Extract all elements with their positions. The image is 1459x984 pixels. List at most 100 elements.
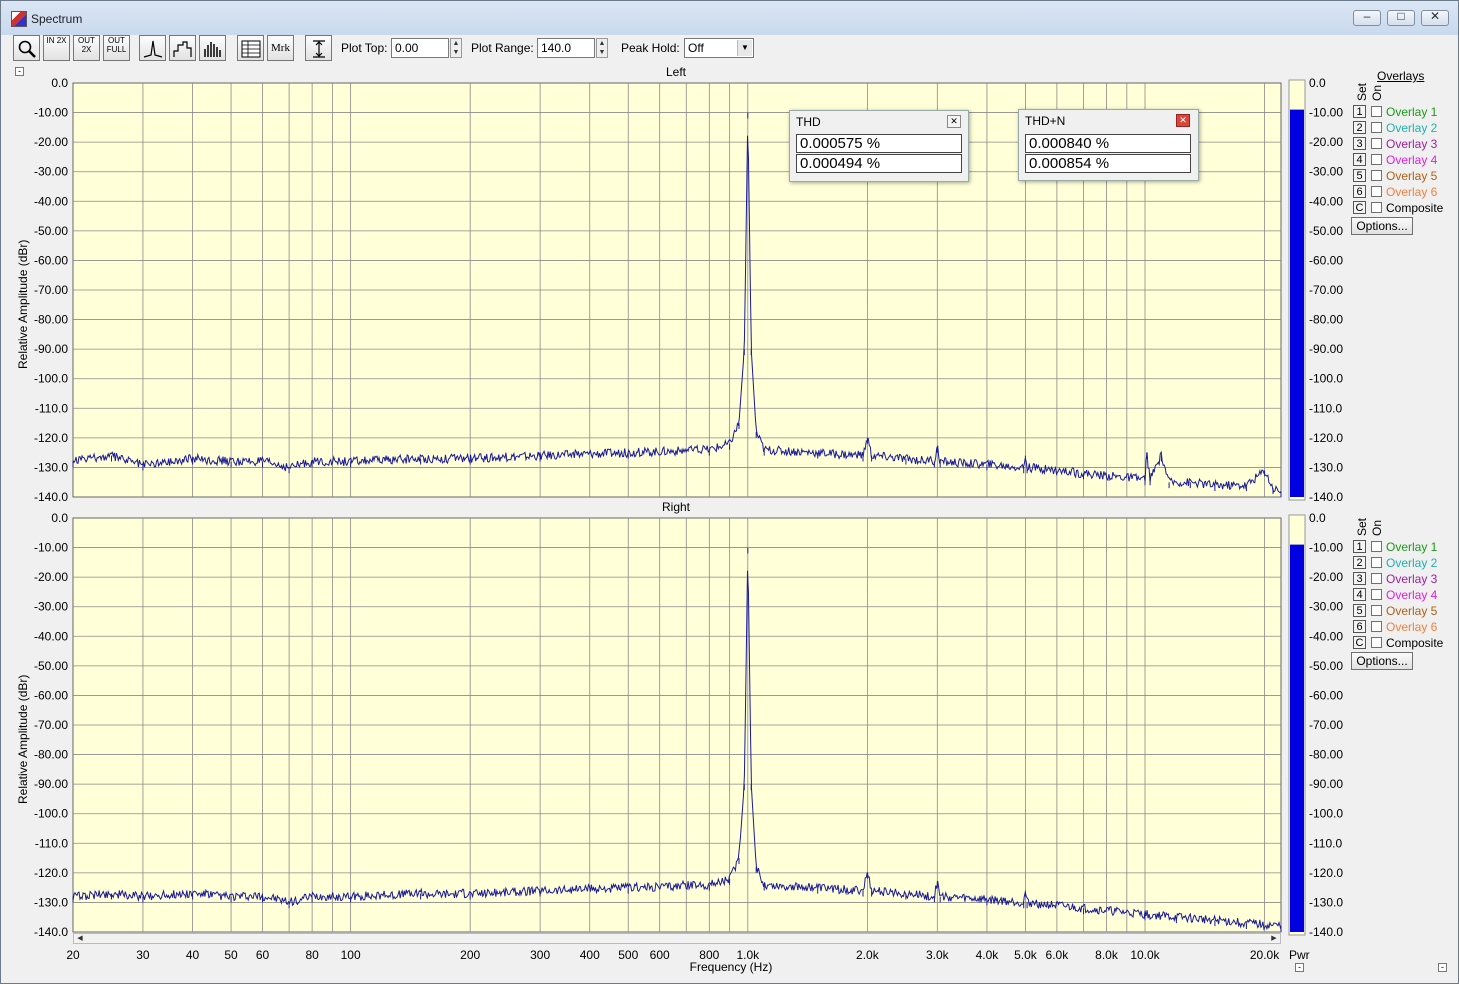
right-power-meter-bar	[1290, 544, 1304, 932]
thd-close-icon[interactable]: ✕	[947, 115, 961, 128]
x-tick-label: 5.0k	[1014, 948, 1038, 962]
y-tick-label: -10.00	[34, 541, 68, 555]
left-overlay-row: 6 Overlay 6	[1353, 185, 1453, 200]
meter-tick-label: -110.0	[1309, 401, 1342, 415]
right-overlay-row: 4 Overlay 4	[1353, 588, 1453, 603]
close-button[interactable]: ✕	[1421, 9, 1449, 26]
overlay-checkbox[interactable]	[1371, 202, 1382, 213]
x-tick-label: 40	[186, 948, 200, 962]
y-tick-label: -130.0	[34, 895, 68, 909]
overlay-checkbox[interactable]	[1371, 170, 1382, 181]
overlay-set-button[interactable]: 6	[1353, 185, 1366, 198]
y-tick-label: -50.00	[34, 659, 68, 673]
meter-tick-label: -80.00	[1309, 313, 1343, 327]
meter-tick-label: -100.0	[1309, 807, 1343, 821]
overlay-set-button[interactable]: 2	[1353, 556, 1366, 569]
overlay-label: Overlay 6	[1386, 185, 1438, 199]
overlay-checkbox[interactable]	[1371, 589, 1382, 600]
overlay-set-button[interactable]: C	[1353, 636, 1366, 649]
overlay-checkbox[interactable]	[1371, 637, 1382, 648]
x-tick-label: 500	[618, 948, 638, 962]
overlay-checkbox[interactable]	[1371, 621, 1382, 632]
meter-tick-label: -50.00	[1309, 659, 1343, 673]
maximize-button[interactable]: □	[1387, 9, 1415, 26]
overlay-checkbox[interactable]	[1371, 106, 1382, 117]
meter-tick-label: -60.00	[1309, 253, 1343, 267]
scroll-right-icon[interactable]: ▶	[1269, 934, 1279, 943]
overlay-label: Overlay 4	[1386, 588, 1438, 602]
meter-tick-label: -120.0	[1309, 866, 1343, 880]
overlay-checkbox[interactable]	[1371, 557, 1382, 568]
x-tick-label: 6.0k	[1046, 948, 1070, 962]
overlay-label: Overlay 3	[1386, 572, 1438, 586]
y-tick-label: -70.00	[34, 718, 68, 732]
overlay-set-button[interactable]: 3	[1353, 572, 1366, 585]
overlay-label: Composite	[1386, 201, 1444, 215]
overlay-checkbox[interactable]	[1371, 605, 1382, 616]
meter-tick-label: -110.0	[1309, 836, 1342, 850]
meter-tick-label: -80.00	[1309, 748, 1343, 762]
overlay-checkbox[interactable]	[1371, 186, 1382, 197]
overlay-set-button[interactable]: 5	[1353, 604, 1366, 617]
left-overlay-row: 3 Overlay 3	[1353, 137, 1453, 152]
close-icon: ✕	[1429, 9, 1441, 23]
x-tick-label: 200	[460, 948, 480, 962]
right-overlay-row: 2 Overlay 2	[1353, 556, 1453, 571]
x-tick-label: 2.0k	[856, 948, 880, 962]
thdn-title: THD+N	[1025, 114, 1066, 128]
overlay-set-button[interactable]: 5	[1353, 169, 1366, 182]
meter-tick-label: -10.00	[1309, 541, 1343, 555]
x-tick-label: 80	[305, 948, 319, 962]
right-overlay-row: 6 Overlay 6	[1353, 620, 1453, 635]
minimize-button[interactable]: –	[1353, 9, 1381, 26]
meter-tick-label: -40.00	[1309, 629, 1343, 643]
overlay-label: Overlay 5	[1386, 169, 1438, 183]
overlay-set-button[interactable]: 4	[1353, 153, 1366, 166]
overlay-collapse-toggle[interactable]: -	[1438, 963, 1447, 972]
thd-readout[interactable]: THD ✕ 0.000575 % 0.000494 %	[789, 110, 969, 182]
x-tick-label: 100	[341, 948, 361, 962]
overlay-checkbox[interactable]	[1371, 541, 1382, 552]
x-tick-label: 3.0k	[926, 948, 950, 962]
overlay-set-button[interactable]: 2	[1353, 121, 1366, 134]
overlay-set-button[interactable]: 1	[1353, 540, 1366, 553]
overlay-set-button[interactable]: 1	[1353, 105, 1366, 118]
overlay-set-button[interactable]: 3	[1353, 137, 1366, 150]
overlay-label: Overlay 1	[1386, 540, 1438, 554]
y-tick-label: -100.0	[34, 807, 68, 821]
y-tick-label: -20.00	[34, 570, 68, 584]
overlay-label: Overlay 5	[1386, 604, 1438, 618]
thdn-readout[interactable]: THD+N ✕ 0.000840 % 0.000854 %	[1018, 109, 1199, 181]
overlay-set-button[interactable]: C	[1353, 201, 1366, 214]
overlay-label: Overlay 2	[1386, 121, 1438, 135]
meter-tick-label: -30.00	[1309, 600, 1343, 614]
meter-tick-label: -120.0	[1309, 431, 1343, 445]
meter-tick-label: -10.00	[1309, 106, 1343, 120]
x-tick-label: 30	[136, 948, 150, 962]
thdn-close-icon[interactable]: ✕	[1176, 114, 1190, 127]
left-options-button[interactable]: Options...	[1351, 217, 1413, 235]
overlay-checkbox[interactable]	[1371, 138, 1382, 149]
overlay-set-button[interactable]: 6	[1353, 620, 1366, 633]
meter-tick-label: -60.00	[1309, 688, 1343, 702]
overlay-checkbox[interactable]	[1371, 154, 1382, 165]
x-tick-label: 300	[530, 948, 550, 962]
overlay-label: Overlay 6	[1386, 620, 1438, 634]
x-tick-label: 60	[256, 948, 270, 962]
meter-tick-label: -70.00	[1309, 718, 1343, 732]
overlay-checkbox[interactable]	[1371, 573, 1382, 584]
right-options-button[interactable]: Options...	[1351, 652, 1413, 670]
overlay-set-button[interactable]: 4	[1353, 588, 1366, 601]
right-overlay-row: 3 Overlay 3	[1353, 572, 1453, 587]
meter-tick-label: 0.0	[1309, 76, 1326, 90]
scroll-left-icon[interactable]: ◀	[75, 934, 85, 943]
meter-tick-label: -140.0	[1309, 925, 1343, 939]
left-overlay-row: 1 Overlay 1	[1353, 105, 1453, 120]
meter-tick-label: -130.0	[1309, 895, 1343, 909]
meter-collapse-toggle[interactable]: -	[1295, 963, 1304, 972]
maximize-icon: □	[1397, 9, 1405, 23]
overlay-label: Overlay 3	[1386, 137, 1438, 151]
overlay-checkbox[interactable]	[1371, 122, 1382, 133]
overlay-label: Overlay 1	[1386, 105, 1438, 119]
frequency-scrollbar[interactable]: ◀ ▶	[73, 933, 1281, 944]
